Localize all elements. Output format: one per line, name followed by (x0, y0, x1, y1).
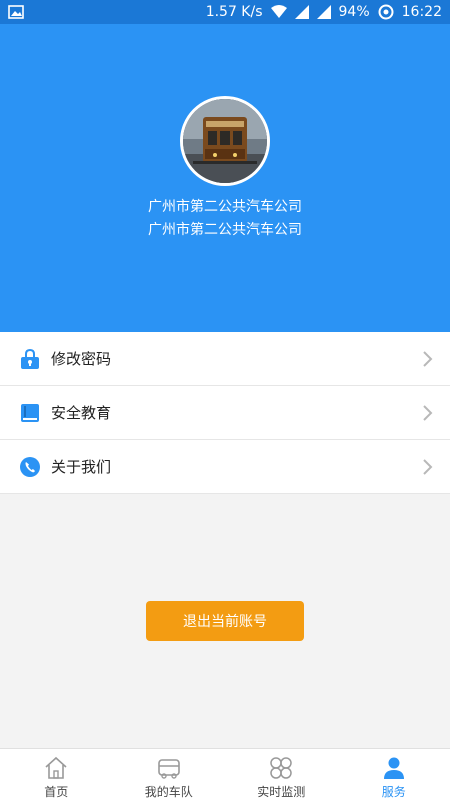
chevron-right-icon (423, 405, 433, 421)
avatar[interactable] (180, 96, 270, 186)
chevron-right-icon (423, 459, 433, 475)
status-left (8, 4, 24, 20)
sync-icon (378, 4, 394, 20)
monitor-icon (270, 757, 292, 779)
company-name-line2: 广州市第二公共汽车公司 (148, 222, 302, 238)
wifi-icon (270, 5, 287, 18)
image-notification-icon (8, 5, 24, 19)
tab-label: 服务 (381, 785, 406, 799)
menu-label: 安全教育 (51, 404, 112, 422)
tab-home[interactable]: 首页 (0, 749, 113, 800)
network-speed: 1.57 K/s (205, 4, 263, 20)
tab-my-fleet[interactable]: 我的车队 (113, 749, 226, 800)
clock: 16:22 (401, 4, 442, 20)
person-icon (383, 757, 404, 779)
phone-icon (18, 455, 42, 479)
service-menu: 修改密码 安全教育 关于我们 (0, 332, 450, 494)
menu-item-change-password[interactable]: 修改密码 (0, 332, 450, 386)
profile-header: 广州市第二公共汽车公司 广州市第二公共汽车公司 (0, 24, 450, 332)
lock-icon (18, 347, 42, 371)
status-right: 1.57 K/s 94% 16:22 (206, 0, 442, 24)
bus-icon (157, 759, 180, 779)
menu-label: 关于我们 (51, 458, 112, 476)
logout-button[interactable]: 退出当前账号 (146, 601, 304, 641)
tab-realtime-monitor[interactable]: 实时监测 (225, 749, 338, 800)
bottom-tab-bar: 首页 我的车队 实时监测 服务 (0, 748, 450, 800)
tram-avatar-icon (183, 99, 267, 183)
tab-label: 实时监测 (257, 785, 306, 799)
menu-item-about-us[interactable]: 关于我们 (0, 440, 450, 494)
menu-label: 修改密码 (51, 350, 112, 368)
tab-label: 我的车队 (144, 785, 193, 799)
chevron-right-icon (423, 351, 433, 367)
tab-label: 首页 (44, 785, 69, 799)
signal-icon (294, 5, 309, 19)
home-icon (45, 756, 67, 779)
signal-icon-2 (316, 5, 331, 19)
menu-item-safety-education[interactable]: 安全教育 (0, 386, 450, 440)
company-name-line1: 广州市第二公共汽车公司 (148, 199, 302, 215)
status-bar: 1.57 K/s 94% 16:22 (0, 0, 450, 24)
book-icon (18, 401, 42, 425)
tab-service[interactable]: 服务 (338, 749, 450, 800)
battery-percent: 94% (338, 4, 370, 20)
